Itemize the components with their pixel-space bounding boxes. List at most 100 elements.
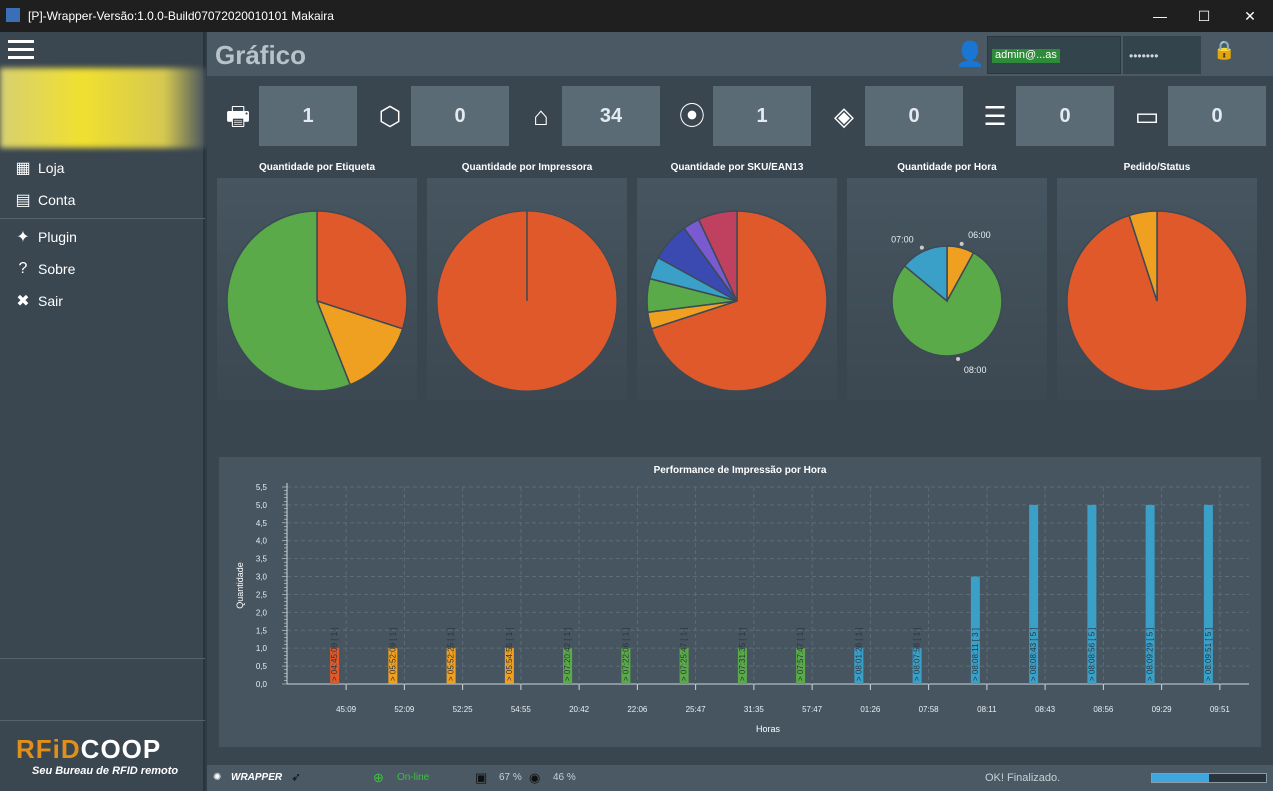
bar-label: > 08:09:51 [ 5 ] bbox=[1204, 627, 1213, 681]
settings-icon[interactable]: ✺ bbox=[213, 772, 221, 783]
y-tick-label: 3,0 bbox=[256, 573, 268, 582]
bar-label: > 07:20:42 [ 1 ] bbox=[563, 627, 572, 681]
y-tick-label: 3,5 bbox=[256, 555, 268, 564]
x-tick-label: 52:25 bbox=[453, 705, 474, 714]
tags-icon: ◈ bbox=[823, 86, 865, 146]
y-tick-label: 5,0 bbox=[256, 501, 268, 510]
disk-usage: 46 % bbox=[553, 772, 576, 783]
location-icon: ⦿ bbox=[671, 86, 713, 146]
bar-label: > 08:09:29 [ 5 ] bbox=[1146, 627, 1155, 681]
tag-icon: ⌂ bbox=[520, 86, 562, 146]
pie-panel-impressora: Quantidade por Impressora bbox=[427, 162, 627, 402]
x-tick-label: 08:56 bbox=[1093, 705, 1114, 714]
pie-panel-sku: Quantidade por SKU/EAN13 bbox=[637, 162, 837, 402]
bar-label: > 08:01:26 [ 1 ] bbox=[854, 627, 863, 681]
sidebar-item-loja[interactable]: ▦ Loja bbox=[0, 152, 205, 184]
stat-value: 0 bbox=[1211, 105, 1223, 127]
pie-chart bbox=[1066, 210, 1248, 392]
x-tick-label: 31:35 bbox=[744, 705, 765, 714]
menu-toggle-icon[interactable] bbox=[8, 40, 34, 60]
bar-label: > 08:08:11 [ 3 ] bbox=[971, 628, 980, 681]
user-icon: 👤 bbox=[955, 41, 985, 68]
close-window-button[interactable]: ✕ bbox=[1240, 6, 1260, 26]
maximize-button[interactable]: ☐ bbox=[1194, 6, 1214, 26]
pie-chart bbox=[226, 210, 408, 392]
pie-panel-pedido: Pedido/Status bbox=[1057, 162, 1257, 402]
stat-tag-group: ◈ 0 bbox=[823, 86, 963, 146]
y-tick-label: 2,0 bbox=[256, 608, 268, 617]
online-status: On-line bbox=[397, 772, 430, 783]
password-field[interactable]: ••••••• bbox=[1123, 36, 1201, 74]
divider bbox=[0, 720, 205, 721]
brand-title-a: RFiD bbox=[16, 734, 81, 764]
x-tick-label: 09:29 bbox=[1152, 705, 1173, 714]
main-content: Gráfico 👤 admin@...as ••••••• 🔒 🖶 1 ⬡ 0 ⌂ 3… bbox=[207, 32, 1273, 765]
bar-label: > 04:45:09 [ 1 ] bbox=[330, 627, 339, 681]
account-icon: ▤ bbox=[15, 192, 31, 209]
x-tick-label: 20:42 bbox=[569, 705, 590, 714]
x-tick-label: 52:09 bbox=[394, 705, 415, 714]
pie-label-marker bbox=[919, 245, 924, 250]
pie-label-marker bbox=[959, 241, 964, 246]
store-icon: ▦ bbox=[15, 160, 31, 177]
stat-value: 0 bbox=[454, 105, 466, 127]
sidebar-item-sair[interactable]: ✖ Sair bbox=[0, 285, 205, 317]
sidebar-item-conta[interactable]: ▤ Conta bbox=[0, 184, 205, 216]
pie-panel-etiqueta: Quantidade por Etiqueta bbox=[217, 162, 417, 402]
x-tick-label: 45:09 bbox=[336, 705, 357, 714]
window-title: [P]-Wrapper-Versão:1.0.0-Build0707202001… bbox=[28, 9, 334, 23]
stat-value: 1 bbox=[302, 105, 314, 127]
status-message: OK! Finalizado. bbox=[985, 772, 1061, 784]
y-tick-label: 1,5 bbox=[256, 626, 268, 635]
pie-label: 06:00 bbox=[968, 230, 991, 240]
y-tick-label: 4,0 bbox=[256, 537, 268, 546]
user-field[interactable]: admin@...as bbox=[987, 36, 1121, 74]
sidebar-item-sobre[interactable]: ? Sobre bbox=[0, 253, 205, 285]
sidebar-item-label: Plugin bbox=[38, 229, 77, 245]
store-logo bbox=[0, 68, 205, 148]
x-tick-label: 57:47 bbox=[802, 705, 823, 714]
bar-label: > 08:08:43 [ 5 ] bbox=[1029, 627, 1038, 681]
status-bar: ✺ WRAPPER ➶ ⊕ On-line ▣ 67 % ◉ 46 % OK! … bbox=[207, 765, 1273, 791]
stat-router: ▭ 0 bbox=[1126, 86, 1266, 146]
y-axis-label: Quantidade bbox=[235, 562, 245, 609]
bar-label: > 07:57:47 [ 1 ] bbox=[796, 627, 805, 681]
x-tick-label: 54:55 bbox=[511, 705, 532, 714]
sidebar-item-label: Conta bbox=[38, 192, 76, 208]
bar-label: > 05:52:25 [ 1 ] bbox=[447, 627, 456, 681]
bar-label: > 05:54:55 [ 1 ] bbox=[505, 627, 514, 681]
stat-value: 0 bbox=[908, 105, 920, 127]
list-icon: ☰ bbox=[974, 86, 1016, 146]
y-tick-label: 0,5 bbox=[256, 662, 268, 671]
sidebar: ▦ Loja ▤ Conta ✦ Plugin ? Sobre ✖ Sair R… bbox=[0, 32, 205, 791]
sidebar-item-label: Sobre bbox=[38, 261, 76, 277]
globe-icon: ⊕ bbox=[373, 770, 384, 785]
menu-divider bbox=[0, 218, 205, 219]
close-icon: ✖ bbox=[16, 293, 30, 310]
minimize-button[interactable]: — bbox=[1150, 6, 1170, 26]
pie-chart: 06:00 08:00 07:00 bbox=[891, 230, 1003, 375]
x-tick-label: 08:43 bbox=[1035, 705, 1056, 714]
x-tick-label: 08:11 bbox=[977, 705, 997, 714]
divider bbox=[0, 658, 205, 659]
chart-title: Quantidade por Hora bbox=[897, 162, 997, 173]
stat-value: 34 bbox=[599, 105, 623, 127]
x-tick-label: 25:47 bbox=[686, 705, 707, 714]
disk-icon: ◉ bbox=[529, 770, 541, 785]
lock-icon[interactable]: 🔒 bbox=[1213, 40, 1235, 61]
sidebar-item-plugin[interactable]: ✦ Plugin bbox=[0, 221, 205, 253]
progress-bar bbox=[1151, 773, 1267, 783]
pie-label: 08:00 bbox=[964, 365, 987, 375]
pie-chart bbox=[436, 210, 618, 392]
help-icon: ? bbox=[18, 260, 28, 277]
x-tick-label: 09:51 bbox=[1210, 705, 1231, 714]
pie-label: 07:00 bbox=[891, 235, 914, 245]
pie-label-marker bbox=[956, 356, 961, 361]
x-axis-label: Horas bbox=[756, 724, 781, 734]
router-icon: ▭ bbox=[1126, 86, 1168, 146]
bar-label: > 07:25:47 [ 1 ] bbox=[680, 627, 689, 681]
stat-list: ☰ 0 bbox=[974, 86, 1114, 146]
pie-chart bbox=[646, 210, 828, 392]
brand-subtitle: Seu Bureau de RFID remoto bbox=[32, 765, 179, 777]
cpu-usage: 67 % bbox=[499, 772, 522, 783]
